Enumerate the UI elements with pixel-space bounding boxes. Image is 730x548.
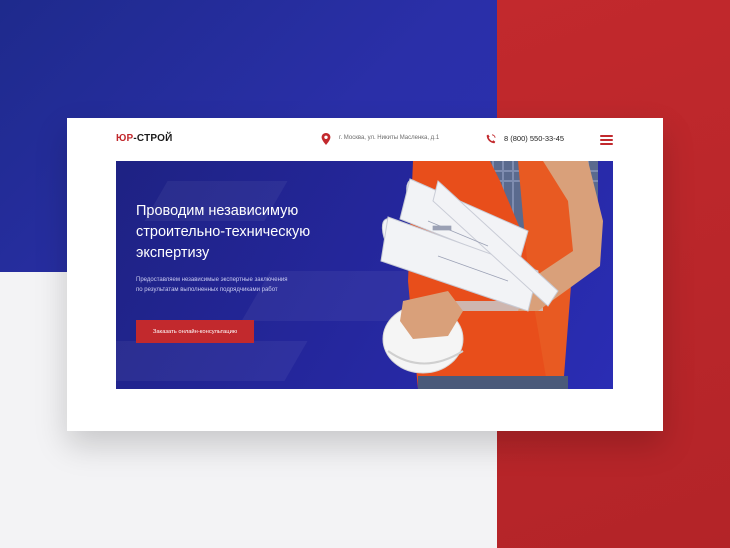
location-pin-icon: [321, 133, 331, 145]
hero-title-line: Проводим независимую: [136, 203, 299, 219]
burger-line: [600, 139, 613, 141]
hero-title: Проводим независимую строительно-техниче…: [136, 201, 386, 264]
hero-title-line: экспертизу: [136, 245, 210, 261]
logo[interactable]: ЮР-СТРОЙ: [116, 133, 173, 144]
logo-part-dark: -СТРОЙ: [133, 133, 173, 144]
worker-with-blueprints-image: [380, 161, 603, 389]
order-consultation-button[interactable]: Заказать онлайн-консультацию: [136, 320, 254, 343]
hero-subtitle-line: Предоставляем независимые экспертные зак…: [136, 277, 288, 283]
hero-bg-streak: [116, 341, 308, 381]
website-mockup-card: ЮР-СТРОЙ г. Москва, ул. Никиты Масленка,…: [67, 118, 663, 431]
logo-part-red: ЮР: [116, 133, 134, 144]
burger-line: [600, 143, 613, 145]
hero-banner: Проводим независимую строительно-техниче…: [116, 161, 613, 389]
hero-subtitle-line: по результатам выполненных подрядчиками …: [136, 287, 278, 293]
hero-title-line: строительно-техническую: [136, 224, 311, 240]
phone-icon: [486, 134, 496, 144]
burger-line: [600, 135, 613, 137]
burger-menu-icon[interactable]: [600, 135, 613, 145]
header-address: г. Москва, ул. Никиты Масленка, д.1: [339, 135, 440, 141]
hero-subtitle: Предоставляем независимые экспертные зак…: [136, 275, 376, 295]
header-phone[interactable]: 8 (800) 550-33-45: [504, 134, 564, 143]
